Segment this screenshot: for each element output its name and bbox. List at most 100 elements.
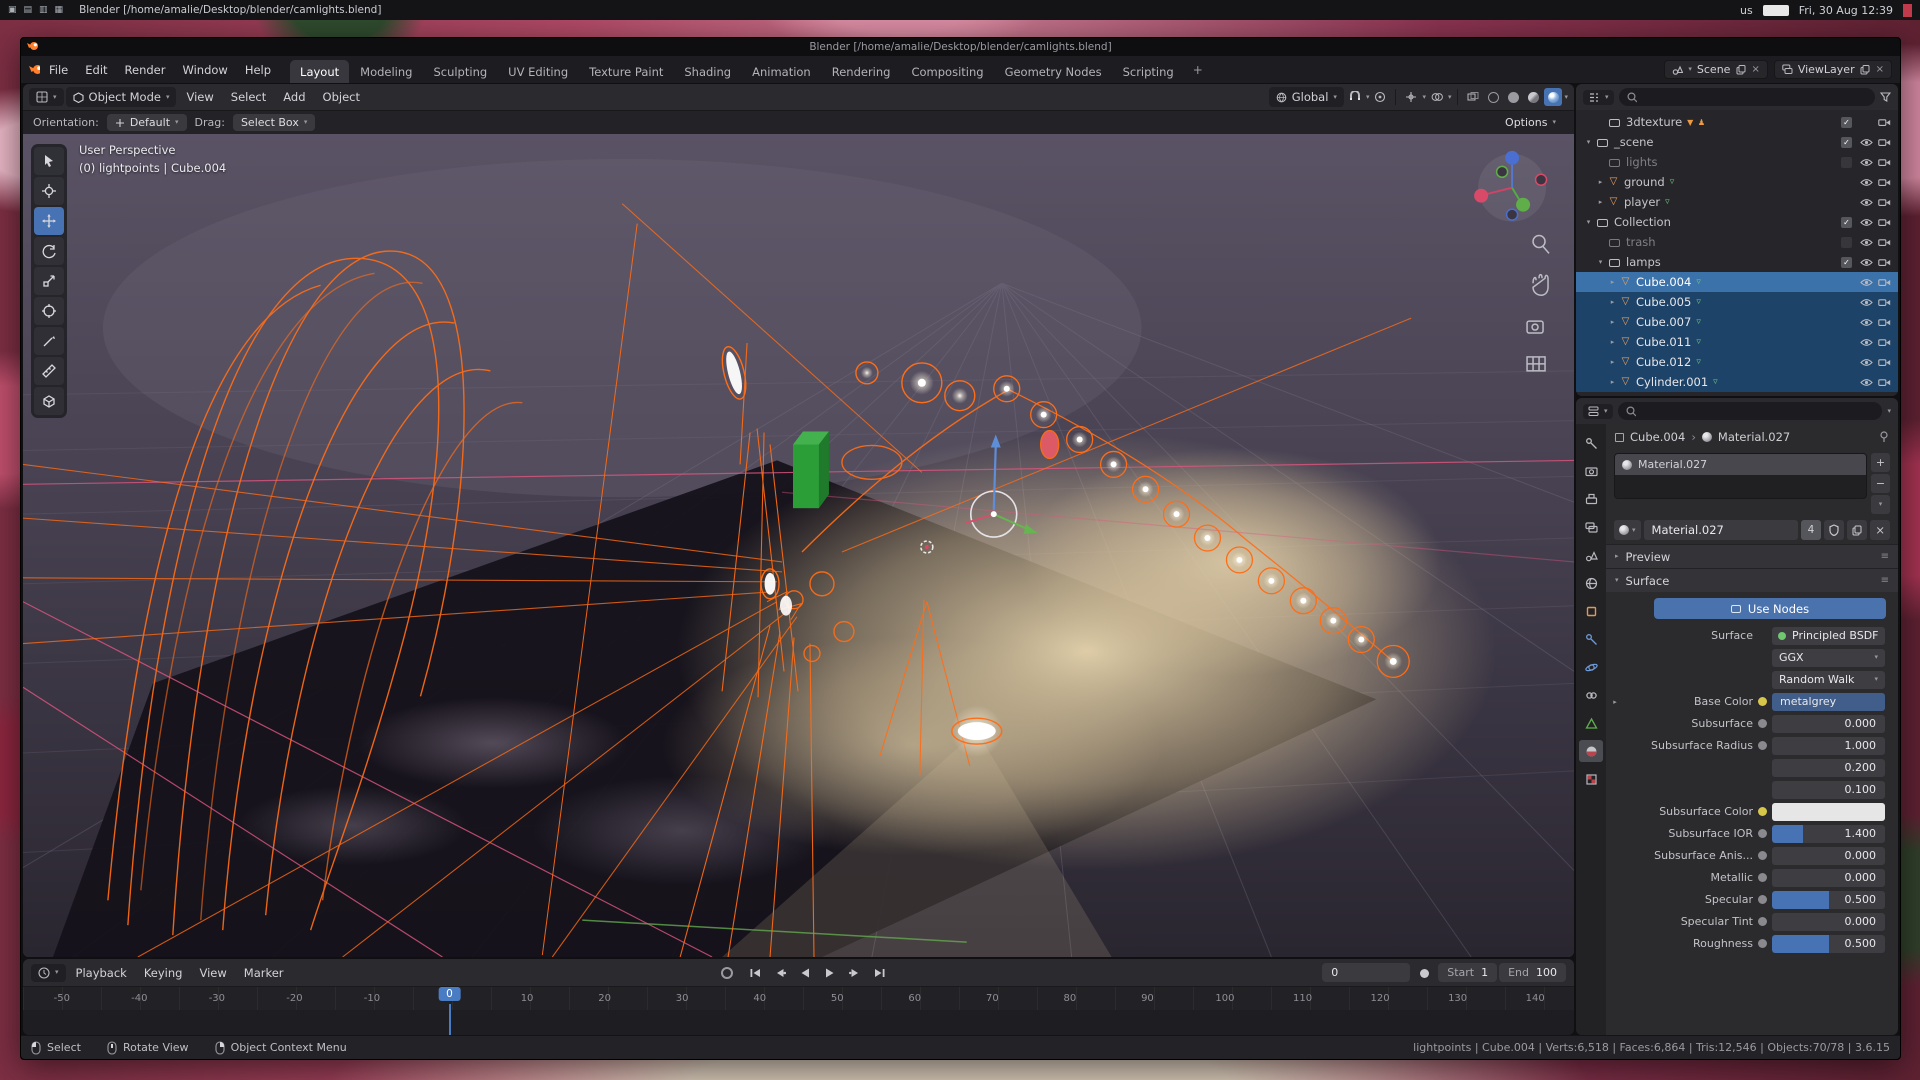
window-titlebar[interactable]: Blender [/home/amalie/Desktop/blender/ca… <box>21 38 1900 56</box>
enum-dropdown[interactable]: GGX▾ <box>1772 649 1885 667</box>
menubar-item[interactable]: Help <box>237 60 279 80</box>
workspace-tab[interactable]: Compositing <box>901 60 993 83</box>
material-users-count[interactable]: 4 <box>1801 520 1822 540</box>
transform-tool[interactable] <box>34 297 64 325</box>
number-field[interactable]: 0.100 <box>1772 781 1885 799</box>
expand-caret[interactable]: ▾ <box>1582 218 1595 226</box>
outliner-item-name[interactable]: Cube.005 <box>1636 295 1691 309</box>
workspace-tab[interactable]: UV Editing <box>498 60 578 83</box>
material-slot-list[interactable]: Material.027 <box>1614 453 1867 499</box>
browse-material-button[interactable]: ▾ <box>1614 520 1641 540</box>
gizmo-dropdown-caret[interactable]: ▾ <box>1422 94 1426 101</box>
hide-in-viewport-toggle[interactable] <box>1857 258 1875 267</box>
jump-to-end-button[interactable] <box>868 963 892 983</box>
shading-material-button[interactable] <box>1524 88 1542 106</box>
number-field[interactable]: 1.000 <box>1772 737 1885 755</box>
workspace-tab[interactable]: Texture Paint <box>579 60 673 83</box>
viewport-canvas[interactable] <box>23 134 1574 957</box>
outliner-filter-icon[interactable] <box>1880 92 1891 103</box>
menubar-item[interactable]: Window <box>174 60 235 80</box>
outliner-row[interactable]: ▸ ground ▿ <box>1576 172 1898 192</box>
viewport-menu-item[interactable]: View <box>178 87 221 107</box>
timeline-editor-selector[interactable]: ▾ <box>31 964 66 982</box>
expand-caret[interactable]: ▸ <box>1594 198 1607 206</box>
new-viewlayer-icon[interactable] <box>1860 64 1871 75</box>
value-slider[interactable]: 0.500 <box>1772 891 1885 909</box>
expand-caret[interactable]: ▸ <box>1606 338 1619 346</box>
outliner-editor-selector[interactable]: ▾ <box>1583 90 1614 105</box>
hide-in-viewport-toggle[interactable] <box>1857 378 1875 387</box>
drag-setting-dropdown[interactable]: Select Box ▾ <box>233 114 315 131</box>
animate-dot[interactable] <box>1758 939 1767 948</box>
collection-checkbox[interactable] <box>1841 137 1852 148</box>
hide-in-viewport-toggle[interactable] <box>1857 338 1875 347</box>
mode-dropdown[interactable]: Object Mode ▾ <box>66 87 177 107</box>
preview-section-header[interactable]: ▸ Preview ≡ <box>1606 544 1898 568</box>
outliner-item-name[interactable]: player <box>1624 195 1660 209</box>
hide-in-viewport-toggle[interactable] <box>1857 318 1875 327</box>
workspace-tab[interactable]: Sculpting <box>423 60 497 83</box>
node-link-field[interactable]: metalgrey <box>1772 693 1885 711</box>
outliner-item-name[interactable]: _scene <box>1614 135 1654 149</box>
shading-solid-button[interactable] <box>1504 88 1522 106</box>
outliner-row[interactable]: ▸ Cube.005 ▿ <box>1576 292 1898 312</box>
outliner-item-name[interactable]: trash <box>1626 235 1656 249</box>
prev-keyframe-button[interactable] <box>768 963 792 983</box>
transform-orientation-dropdown[interactable]: Global ▾ <box>1269 87 1344 107</box>
outliner-search[interactable] <box>1619 88 1875 106</box>
texture-tab[interactable] <box>1579 768 1603 790</box>
outliner-item-name[interactable]: 3dtexture <box>1626 115 1682 129</box>
scene-selector[interactable]: ▾ Scene × <box>1664 60 1767 79</box>
outliner-row[interactable]: ▾ Collection ▿ <box>1576 212 1898 232</box>
modifiers-tab[interactable] <box>1579 628 1603 650</box>
expand-caret[interactable]: ▾ <box>1594 258 1607 266</box>
hide-in-viewport-toggle[interactable] <box>1857 358 1875 367</box>
fake-user-toggle[interactable] <box>1824 520 1844 540</box>
properties-search[interactable] <box>1618 402 1883 420</box>
current-frame-badge[interactable]: 0 <box>438 987 461 1001</box>
hide-in-viewport-toggle[interactable] <box>1857 278 1875 287</box>
move-tool[interactable] <box>34 207 64 235</box>
menubar-item[interactable]: Render <box>117 60 174 80</box>
workspace-tab[interactable]: Animation <box>742 60 821 83</box>
shading-wireframe-button[interactable] <box>1484 88 1502 106</box>
unlink-material-button[interactable]: × <box>1870 520 1890 540</box>
hide-in-viewport-toggle[interactable] <box>1857 238 1875 247</box>
outliner-row[interactable]: ▸ Cube.004 ▿ <box>1576 272 1898 292</box>
cursor-tool[interactable] <box>34 177 64 205</box>
frame-end-field[interactable]: End100 <box>1499 963 1566 982</box>
slot-specials-button[interactable]: ▾ <box>1871 495 1890 514</box>
timeline-menu-item[interactable]: Keying ▾ <box>136 963 191 983</box>
animate-dot[interactable] <box>1758 807 1767 816</box>
animate-dot[interactable] <box>1758 917 1767 926</box>
next-keyframe-button[interactable] <box>843 963 867 983</box>
disable-in-renders-toggle[interactable] <box>1875 358 1893 367</box>
remove-slot-button[interactable]: − <box>1871 474 1890 493</box>
timeline-track[interactable] <box>23 1010 1574 1035</box>
outliner-row[interactable]: ▸ Cube.011 ▿ <box>1576 332 1898 352</box>
disable-in-renders-toggle[interactable] <box>1875 138 1893 147</box>
timeline-menu-item[interactable]: Marker ▾ <box>236 963 292 983</box>
outliner-row[interactable]: ▸ Cube.012 ▿ <box>1576 352 1898 372</box>
xray-toggle[interactable] <box>1464 88 1482 106</box>
proportional-editing-toggle[interactable] <box>1371 88 1389 106</box>
collection-checkbox[interactable] <box>1841 157 1852 168</box>
animate-dot[interactable] <box>1758 829 1767 838</box>
value-slider[interactable]: 0.000 <box>1772 869 1885 887</box>
outliner-item-name[interactable]: Cube.004 <box>1636 275 1691 289</box>
workspace-tab[interactable]: Geometry Nodes <box>995 60 1112 83</box>
outliner-row[interactable]: ▸ player ▿ <box>1576 192 1898 212</box>
timeline-ruler[interactable]: -50-40-30-20-101020304050607080901001101… <box>23 986 1574 1010</box>
collection-checkbox[interactable] <box>1841 237 1852 248</box>
expand-caret[interactable]: ▸ <box>1594 178 1607 186</box>
remove-viewlayer-icon[interactable]: × <box>1876 64 1884 75</box>
outliner-row[interactable]: lights ▿ <box>1576 152 1898 172</box>
rotate-tool[interactable] <box>34 237 64 265</box>
orientation-setting-dropdown[interactable]: Default ▾ <box>107 114 187 131</box>
viewport-menu-item[interactable]: Add <box>275 87 313 107</box>
unlink-scene-icon[interactable]: × <box>1751 64 1759 75</box>
collection-checkbox[interactable] <box>1841 257 1852 268</box>
hide-in-viewport-toggle[interactable] <box>1857 138 1875 147</box>
view-layer-tab[interactable] <box>1579 516 1603 538</box>
scale-tool[interactable] <box>34 267 64 295</box>
